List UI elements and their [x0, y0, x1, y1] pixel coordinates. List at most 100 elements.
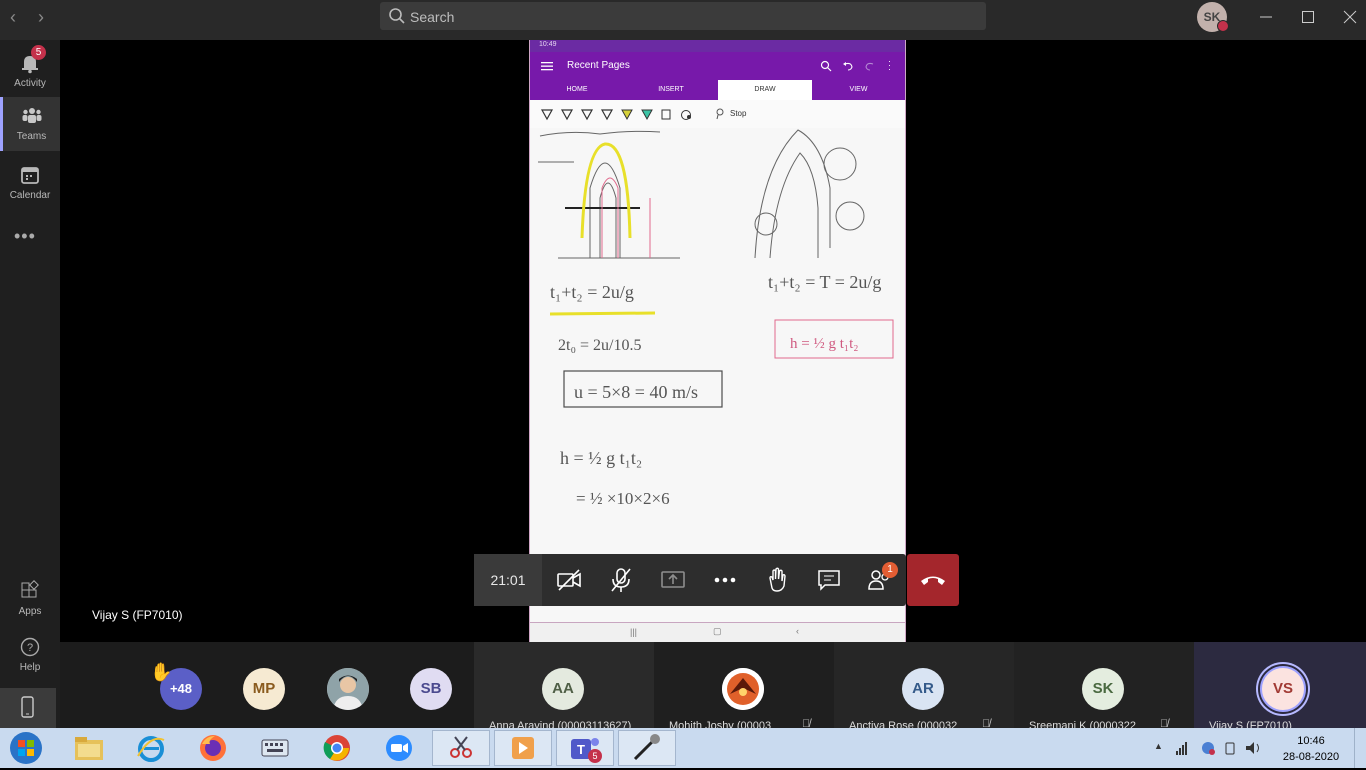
chat-icon[interactable] [815, 566, 843, 594]
more-apps-icon[interactable]: ••• [14, 226, 36, 247]
phoenix-photo-icon [722, 668, 764, 710]
tab-home[interactable]: HOME [530, 80, 624, 100]
share-screen-icon[interactable] [659, 566, 687, 594]
stop-button[interactable]: Stop [730, 109, 746, 118]
clock-date: 28-08-2020 [1282, 751, 1340, 763]
tab-draw[interactable]: DRAW [718, 80, 812, 100]
rail-item-activity[interactable]: Activity [0, 44, 60, 98]
pen-tools-icon [540, 109, 691, 121]
participant-avatar[interactable]: AR [902, 668, 944, 710]
rail-label-calendar: Calendar [9, 190, 51, 201]
zoom-icon[interactable] [382, 732, 416, 764]
system-tray-icons[interactable] [1174, 740, 1264, 756]
rail-item-calendar[interactable]: Calendar [0, 156, 60, 210]
hang-up-icon [921, 576, 945, 585]
rail-item-help[interactable]: ? Help [0, 628, 60, 682]
participant-avatar[interactable]: SK [1082, 668, 1124, 710]
clock-time: 10:46 [1297, 735, 1325, 747]
svg-text:= ½ ×10×2×6: = ½ ×10×2×6 [576, 489, 670, 508]
android-back-icon: ‹ [796, 626, 799, 636]
media-player-taskbar-button[interactable] [494, 730, 552, 766]
close-icon[interactable] [1337, 6, 1363, 28]
snipping-tool-taskbar-button[interactable] [432, 730, 490, 766]
rail-item-teams[interactable]: Teams [0, 97, 60, 151]
svg-text:u = 5×8 = 40 m/s: u = 5×8 = 40 m/s [574, 382, 698, 402]
person-photo-icon [327, 668, 369, 710]
shared-screen: 10:49 Recent Pages · · · HOME INSERT DRAW … [529, 40, 906, 642]
scissors-icon [450, 736, 472, 758]
handwritten-notes: t₁+t₂ = 2u/g t₁+t₂ = T = 2u/g h = ½ g t₁… [530, 128, 905, 622]
taskbar-clock[interactable]: 10:46 28-08-2020 [1276, 733, 1346, 765]
teams-app-icon: T [571, 738, 599, 759]
device-settings-button[interactable] [0, 688, 56, 728]
pen-toolbar: Stop [530, 100, 905, 129]
participant-avatar[interactable]: SB [410, 668, 452, 710]
participant-avatar[interactable]: AA [542, 668, 584, 710]
notebook-title: Recent Pages [567, 60, 630, 71]
activity-badge: 5 [31, 45, 46, 60]
forward-arrow-icon[interactable]: › [30, 6, 52, 28]
search-box[interactable]: Search [380, 2, 986, 30]
show-desktop-button[interactable] [1354, 728, 1366, 768]
back-arrow-icon[interactable]: ‹ [2, 6, 24, 28]
apps-icon [21, 580, 39, 598]
participant-photo[interactable] [722, 668, 764, 710]
microphone-icon [633, 734, 660, 761]
participant-photo[interactable] [327, 668, 369, 710]
lasso-icon [716, 108, 724, 120]
more-options-icon: · · · [888, 56, 891, 74]
home-icon: ▢ [713, 626, 722, 636]
presence-busy-icon [1217, 20, 1229, 32]
raised-hand-icon: ✋ [150, 662, 173, 682]
more-actions-icon[interactable] [711, 566, 739, 594]
svg-text:?: ? [27, 642, 33, 654]
start-button-icon[interactable] [6, 730, 46, 766]
raise-hand-icon[interactable] [763, 566, 791, 594]
rail-label-teams: Teams [16, 131, 47, 142]
phone-device-icon [21, 696, 34, 718]
on-screen-keyboard-icon[interactable] [258, 732, 292, 764]
chrome-icon[interactable] [320, 732, 354, 764]
phone-status-bar: 10:49 [530, 40, 905, 52]
svg-text:T: T [577, 742, 585, 757]
teams-icon [22, 108, 41, 123]
hang-up-button[interactable] [907, 554, 959, 606]
rail-label-help: Help [19, 662, 41, 673]
help-icon: ? [20, 637, 40, 657]
svg-text:2t₀ = 2u/10.5: 2t₀ = 2u/10.5 [558, 337, 642, 354]
svg-text:t₁+t₂ = T = 2u/g: t₁+t₂ = T = 2u/g [768, 272, 881, 292]
tab-view[interactable]: VIEW [812, 80, 905, 100]
internet-explorer-icon[interactable] [134, 732, 168, 764]
onenote-header: Recent Pages · · · [530, 52, 905, 80]
microphone-taskbar-button[interactable] [618, 730, 676, 766]
teams-taskbar-badge: 5 [588, 749, 602, 763]
file-explorer-icon[interactable] [72, 732, 106, 764]
show-hidden-icons[interactable]: ▲ [1154, 741, 1163, 751]
hamburger-menu-icon [541, 62, 553, 71]
rail-item-apps[interactable]: Apps [0, 572, 60, 626]
rail-label-activity: Activity [14, 78, 46, 89]
search-icon [389, 8, 405, 24]
svg-text:h = ½ g t₁t₂: h = ½ g t₁t₂ [560, 448, 642, 468]
play-icon [512, 737, 534, 759]
camera-off-icon[interactable] [555, 566, 583, 594]
presenter-name: Vijay S (FP7010) [92, 608, 183, 622]
calendar-icon [21, 167, 39, 184]
maximize-icon[interactable] [1295, 6, 1321, 28]
call-timer: 21:01 [474, 554, 542, 606]
mic-off-icon[interactable] [607, 566, 635, 594]
phone-clock: 10:49 [539, 41, 557, 48]
onenote-tabs: HOME INSERT DRAW VIEW [530, 80, 905, 100]
firefox-icon[interactable] [196, 732, 230, 764]
svg-text:t₁+t₂ = 2u/g: t₁+t₂ = 2u/g [550, 282, 634, 302]
phone-search-icon [820, 60, 832, 72]
search-placeholder: Search [410, 9, 455, 25]
tab-insert[interactable]: INSERT [624, 80, 718, 100]
participants-badge: 1 [882, 562, 898, 578]
android-nav-bar: ||| ▢ ‹ [530, 622, 905, 642]
participant-avatar[interactable]: MP [243, 668, 285, 710]
minimize-icon[interactable] [1253, 6, 1279, 28]
teams-taskbar-button[interactable]: T [556, 730, 614, 766]
recents-icon: ||| [630, 627, 638, 637]
self-avatar[interactable]: VS [1260, 666, 1306, 712]
